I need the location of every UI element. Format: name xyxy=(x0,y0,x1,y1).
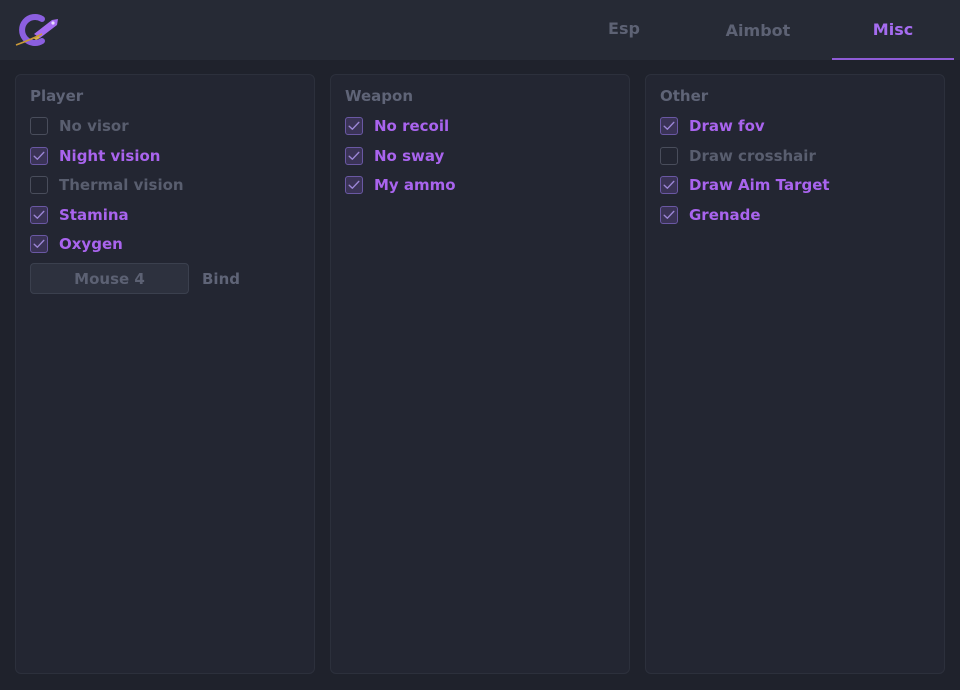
bind-key-button[interactable]: Mouse 4 xyxy=(30,263,189,294)
weapon-panel: Weapon No recoil No sway My ammo xyxy=(330,74,630,674)
checkbox-item-draw-crosshair[interactable]: Draw crosshair xyxy=(660,145,934,167)
checkbox-item-stamina[interactable]: Stamina xyxy=(30,204,304,226)
panel-title-other: Other xyxy=(660,87,709,105)
bind-label: Bind xyxy=(202,269,240,288)
checkbox-label: No visor xyxy=(59,117,129,135)
checkmark-icon xyxy=(348,121,360,130)
checkbox-label: No sway xyxy=(374,146,445,165)
tab-aimbot[interactable]: Aimbot xyxy=(718,0,798,60)
checkbox[interactable] xyxy=(660,117,678,135)
other-panel: Other Draw fov Draw crosshair Draw Aim Tar… xyxy=(645,74,945,674)
checkbox-item-no-sway[interactable]: No sway xyxy=(345,145,619,167)
checkbox-label: Draw Aim Target xyxy=(689,176,830,195)
checkbox[interactable] xyxy=(30,117,48,135)
checkmark-icon xyxy=(33,210,45,219)
checkbox-item-night-vision[interactable]: Night vision xyxy=(30,145,304,167)
checkbox-label: Thermal vision xyxy=(59,176,184,195)
panel-title-player: Player xyxy=(30,87,84,105)
checkbox-item-draw-fov[interactable]: Draw fov xyxy=(660,115,934,137)
checkbox-item-my-ammo[interactable]: My ammo xyxy=(345,174,619,196)
panel-title-weapon: Weapon xyxy=(345,87,414,105)
checkbox-item-grenade[interactable]: Grenade xyxy=(660,204,934,226)
checkbox-item-draw-aim-target[interactable]: Draw Aim Target xyxy=(660,174,934,196)
checkbox[interactable] xyxy=(345,146,363,165)
checkmark-icon xyxy=(663,180,675,190)
checkbox[interactable] xyxy=(660,176,678,195)
checkmark-icon xyxy=(663,210,675,219)
checkmark-icon xyxy=(33,151,45,160)
top-bar: Esp Aimbot Misc xyxy=(0,0,960,60)
checkbox[interactable] xyxy=(660,146,678,165)
player-panel: Player No visor Night vision Thermal visio… xyxy=(15,74,315,674)
checkbox-item-no-recoil[interactable]: No recoil xyxy=(345,115,619,137)
checkbox-item-oxygen[interactable]: Oxygen xyxy=(30,233,304,255)
checkbox[interactable] xyxy=(660,205,678,224)
checkbox-label: Grenade xyxy=(689,205,761,224)
checkmark-icon xyxy=(33,240,45,249)
tab-esp[interactable]: Esp xyxy=(594,0,654,60)
checkbox-label: Night vision xyxy=(59,146,161,165)
checkbox[interactable] xyxy=(345,176,363,195)
checkbox[interactable] xyxy=(30,176,48,195)
checkbox[interactable] xyxy=(345,117,363,135)
checkbox-label: No recoil xyxy=(374,117,450,135)
checkbox-label: Stamina xyxy=(59,205,129,224)
checkbox[interactable] xyxy=(30,146,48,165)
checkbox-label: Draw fov xyxy=(689,117,765,135)
other-options: Draw fov Draw crosshair Draw Aim Target Gre… xyxy=(660,115,934,233)
checkmark-icon xyxy=(348,151,360,160)
checkmark-icon xyxy=(348,180,360,190)
bind-row: Mouse 4 Bind xyxy=(30,263,240,294)
app-window: Esp Aimbot Misc Player No visor Night vis… xyxy=(0,0,960,690)
checkbox-label: Oxygen xyxy=(59,235,123,254)
checkbox-label: My ammo xyxy=(374,176,456,195)
checkbox[interactable] xyxy=(30,235,48,254)
checkbox-item-thermal-vision[interactable]: Thermal vision xyxy=(30,174,304,196)
checkbox[interactable] xyxy=(30,205,48,224)
weapon-options: No recoil No sway My ammo xyxy=(345,115,619,204)
rocket-logo-icon xyxy=(12,10,62,50)
checkmark-icon xyxy=(663,121,675,130)
checkbox-label: Draw crosshair xyxy=(689,146,816,165)
player-options: No visor Night vision Thermal vision Stamin… xyxy=(30,115,304,263)
tab-misc[interactable]: Misc xyxy=(832,0,954,60)
checkbox-item-no-visor[interactable]: No visor xyxy=(30,115,304,137)
